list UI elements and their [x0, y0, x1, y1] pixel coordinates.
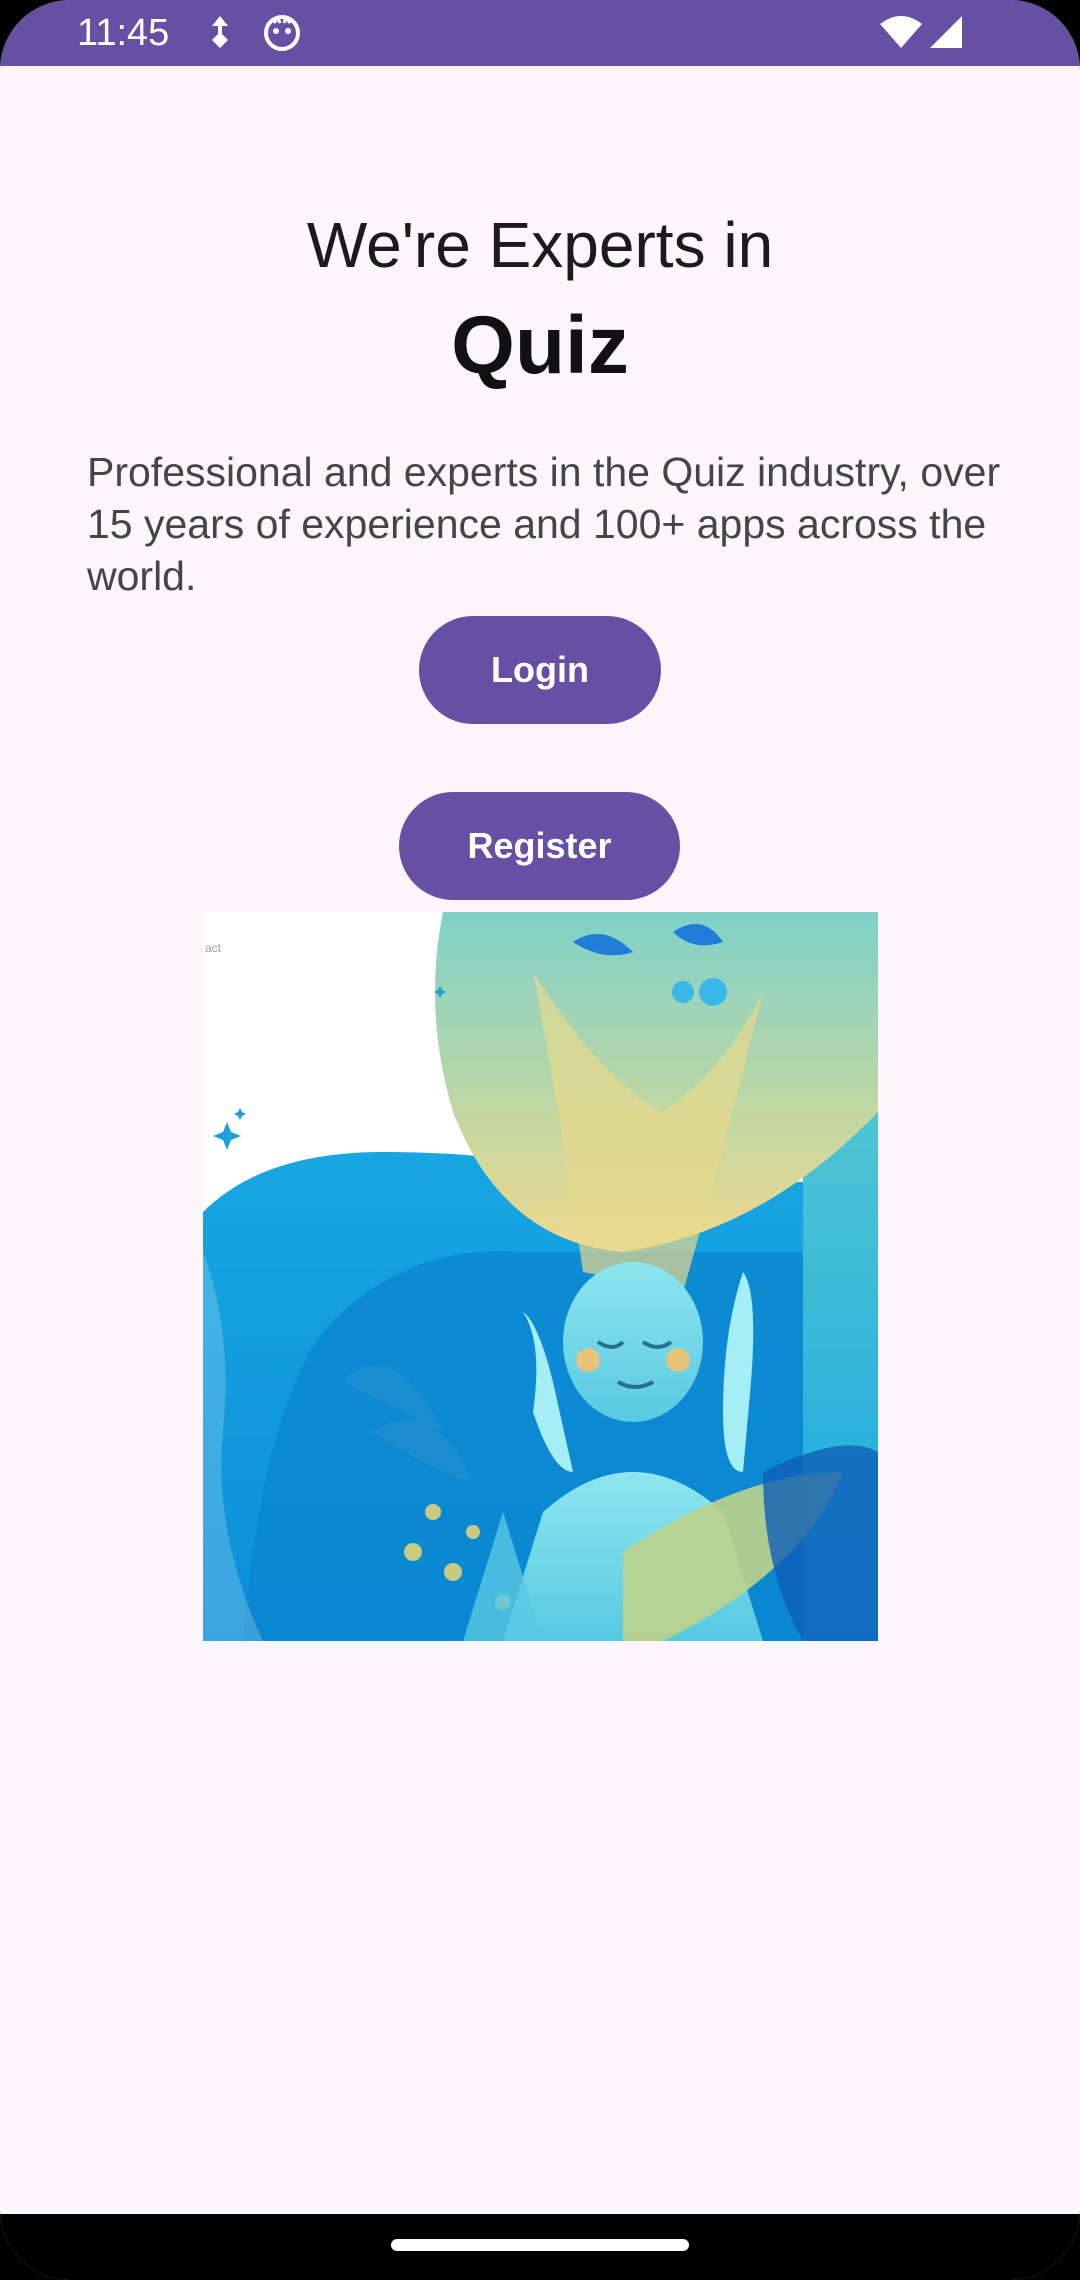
hero-caption-fragment: act [205, 941, 222, 955]
description-text: Professional and experts in the Quiz ind… [87, 449, 1001, 599]
page-title: Quiz [451, 300, 629, 391]
face-notification-icon [263, 14, 301, 57]
register-button[interactable]: Register [399, 792, 680, 900]
status-time: 11:45 [77, 12, 170, 54]
cellular-signal-icon [928, 14, 964, 55]
status-bar: 11:45 [0, 0, 1080, 66]
app-screen: 11:45 We're Experts in Quiz Professional… [0, 0, 1080, 2280]
headline: We're Experts in [306, 209, 774, 281]
navigation-arrow-icon [208, 14, 232, 55]
home-indicator[interactable] [391, 2239, 689, 2251]
hero-illustration: act [203, 912, 878, 1641]
login-button[interactable]: Login [419, 616, 661, 724]
wifi-icon [878, 14, 924, 55]
